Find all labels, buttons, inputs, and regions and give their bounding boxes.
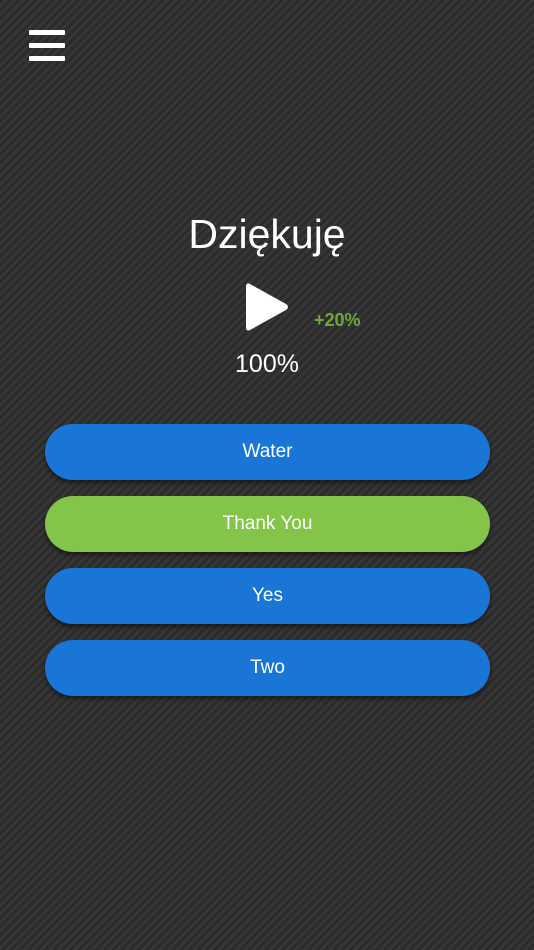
answer-button-two[interactable]: Two bbox=[45, 640, 490, 696]
menu-bar-top bbox=[29, 30, 65, 35]
score-label: 100% bbox=[235, 350, 299, 378]
bonus-label: +20% bbox=[314, 310, 361, 330]
menu-bar-middle bbox=[29, 43, 65, 48]
answer-button-yes[interactable]: Yes bbox=[45, 568, 490, 624]
answer-button-thank-you[interactable]: Thank You bbox=[45, 496, 490, 552]
hamburger-menu-icon[interactable] bbox=[29, 30, 65, 62]
menu-bar-bottom bbox=[29, 56, 65, 61]
question-word: Dziękuję bbox=[188, 211, 346, 257]
play-icon[interactable] bbox=[242, 280, 292, 334]
answer-button-water[interactable]: Water bbox=[45, 424, 490, 480]
